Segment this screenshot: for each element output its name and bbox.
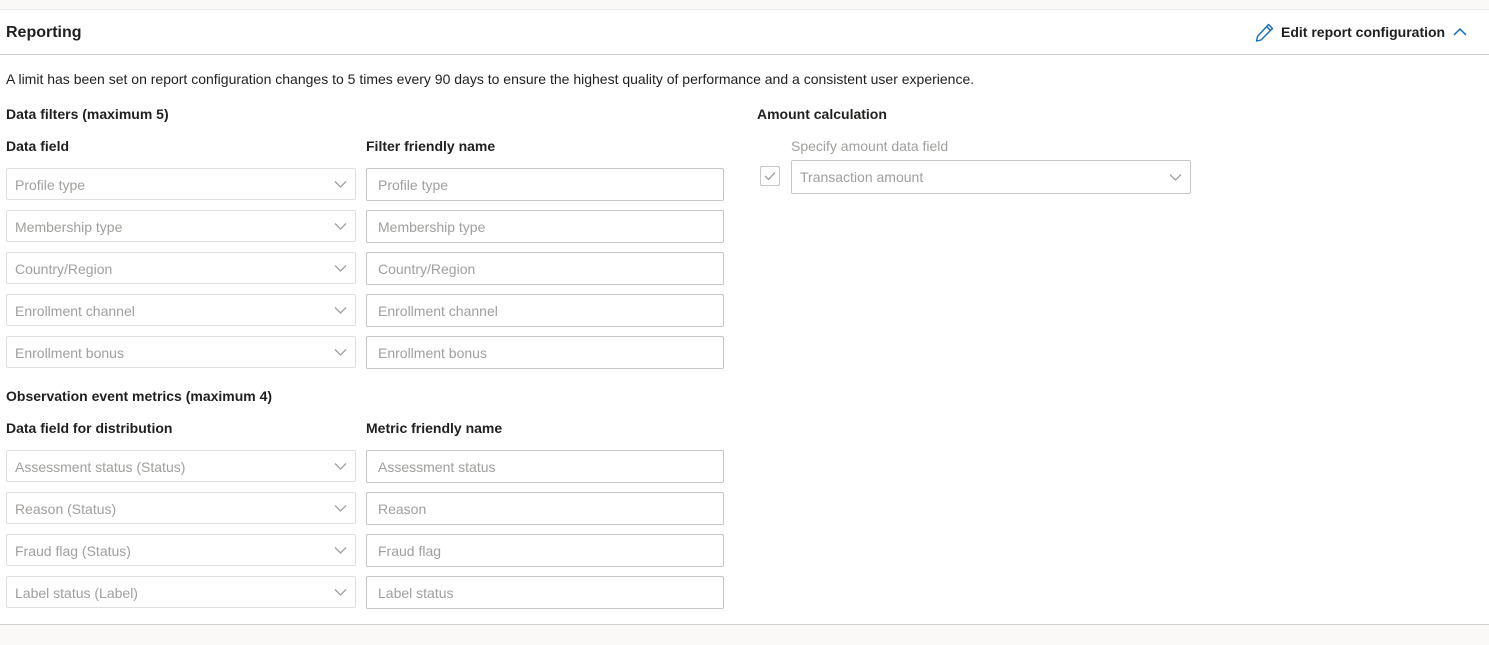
chevron-down-icon bbox=[334, 181, 347, 188]
filter-friendly-name-value: Enrollment bonus bbox=[378, 345, 487, 361]
metric-friendly-name-input[interactable]: Assessment status bbox=[366, 450, 724, 483]
edit-report-configuration-button[interactable]: Edit report configuration bbox=[1254, 21, 1445, 43]
distribution-field-select[interactable]: Reason (Status) bbox=[6, 492, 356, 524]
filter-friendly-name-value: Country/Region bbox=[378, 261, 476, 277]
data-field-value: Country/Region bbox=[15, 261, 113, 277]
data-field-value: Enrollment bonus bbox=[15, 345, 124, 361]
specify-amount-field-label: Specify amount data field bbox=[791, 138, 949, 154]
observation-metrics-heading: Observation event metrics (maximum 4) bbox=[6, 388, 273, 404]
next-section-divider bbox=[0, 624, 1489, 645]
checkmark-icon bbox=[764, 172, 776, 181]
filter-friendly-name-value: Profile type bbox=[378, 177, 449, 193]
chevron-down-icon bbox=[334, 505, 347, 512]
pencil-icon bbox=[1255, 23, 1274, 42]
amount-data-field-select[interactable]: Transaction amount bbox=[791, 160, 1191, 194]
metric-friendly-name-input[interactable]: Fraud flag bbox=[366, 534, 724, 567]
data-field-column-heading: Data field bbox=[6, 138, 70, 154]
metric-friendly-name-value: Label status bbox=[378, 585, 454, 601]
filter-friendly-name-value: Enrollment channel bbox=[378, 303, 498, 319]
data-field-select[interactable]: Profile type bbox=[6, 168, 356, 200]
distribution-field-value: Fraud flag (Status) bbox=[15, 543, 131, 559]
chevron-down-icon bbox=[334, 463, 347, 470]
distribution-field-select[interactable]: Label status (Label) bbox=[6, 576, 356, 608]
distribution-field-value: Assessment status (Status) bbox=[15, 459, 186, 475]
distribution-field-value: Reason (Status) bbox=[15, 501, 117, 517]
chevron-down-icon bbox=[334, 349, 347, 356]
metric-friendly-name-column-heading: Metric friendly name bbox=[366, 420, 503, 436]
data-field-value: Profile type bbox=[15, 177, 86, 193]
distribution-field-column-heading: Data field for distribution bbox=[6, 420, 173, 436]
distribution-field-select[interactable]: Assessment status (Status) bbox=[6, 450, 356, 482]
chevron-up-icon[interactable] bbox=[1451, 24, 1469, 40]
distribution-field-select[interactable]: Fraud flag (Status) bbox=[6, 534, 356, 566]
specify-amount-checkbox[interactable] bbox=[760, 166, 780, 186]
data-field-select[interactable]: Enrollment bonus bbox=[6, 336, 356, 368]
chevron-down-icon bbox=[334, 547, 347, 554]
chevron-down-icon bbox=[334, 265, 347, 272]
configuration-limit-notice: A limit has been set on report configura… bbox=[6, 71, 975, 87]
filter-friendly-name-value: Membership type bbox=[378, 219, 486, 235]
filter-friendly-name-input[interactable]: Membership type bbox=[366, 210, 724, 243]
chevron-down-icon bbox=[334, 223, 347, 230]
amount-data-field-value: Transaction amount bbox=[800, 169, 924, 185]
metric-friendly-name-value: Fraud flag bbox=[378, 543, 442, 559]
filter-friendly-name-input[interactable]: Enrollment bonus bbox=[366, 336, 724, 369]
chevron-down-icon bbox=[334, 307, 347, 314]
data-field-select[interactable]: Membership type bbox=[6, 210, 356, 242]
amount-calculation-heading: Amount calculation bbox=[757, 106, 887, 122]
data-filters-heading: Data filters (maximum 5) bbox=[6, 106, 169, 122]
chevron-down-icon bbox=[334, 589, 347, 596]
metric-friendly-name-value: Reason bbox=[378, 501, 427, 517]
chevron-down-icon bbox=[1169, 174, 1182, 181]
data-field-value: Enrollment channel bbox=[15, 303, 135, 319]
metric-friendly-name-input[interactable]: Label status bbox=[366, 576, 724, 609]
edit-report-configuration-label: Edit report configuration bbox=[1281, 24, 1446, 40]
reporting-section-header: Reporting Edit report configuration bbox=[0, 10, 1489, 55]
section-title: Reporting bbox=[6, 24, 82, 41]
data-field-select[interactable]: Enrollment channel bbox=[6, 294, 356, 326]
filter-friendly-name-column-heading: Filter friendly name bbox=[366, 138, 496, 154]
metric-friendly-name-input[interactable]: Reason bbox=[366, 492, 724, 525]
data-field-select[interactable]: Country/Region bbox=[6, 252, 356, 284]
filter-friendly-name-input[interactable]: Enrollment channel bbox=[366, 294, 724, 327]
top-strip bbox=[0, 0, 1489, 10]
data-field-value: Membership type bbox=[15, 219, 123, 235]
filter-friendly-name-input[interactable]: Profile type bbox=[366, 168, 724, 201]
metric-friendly-name-value: Assessment status bbox=[378, 459, 496, 475]
filter-friendly-name-input[interactable]: Country/Region bbox=[366, 252, 724, 285]
distribution-field-value: Label status (Label) bbox=[15, 585, 138, 601]
